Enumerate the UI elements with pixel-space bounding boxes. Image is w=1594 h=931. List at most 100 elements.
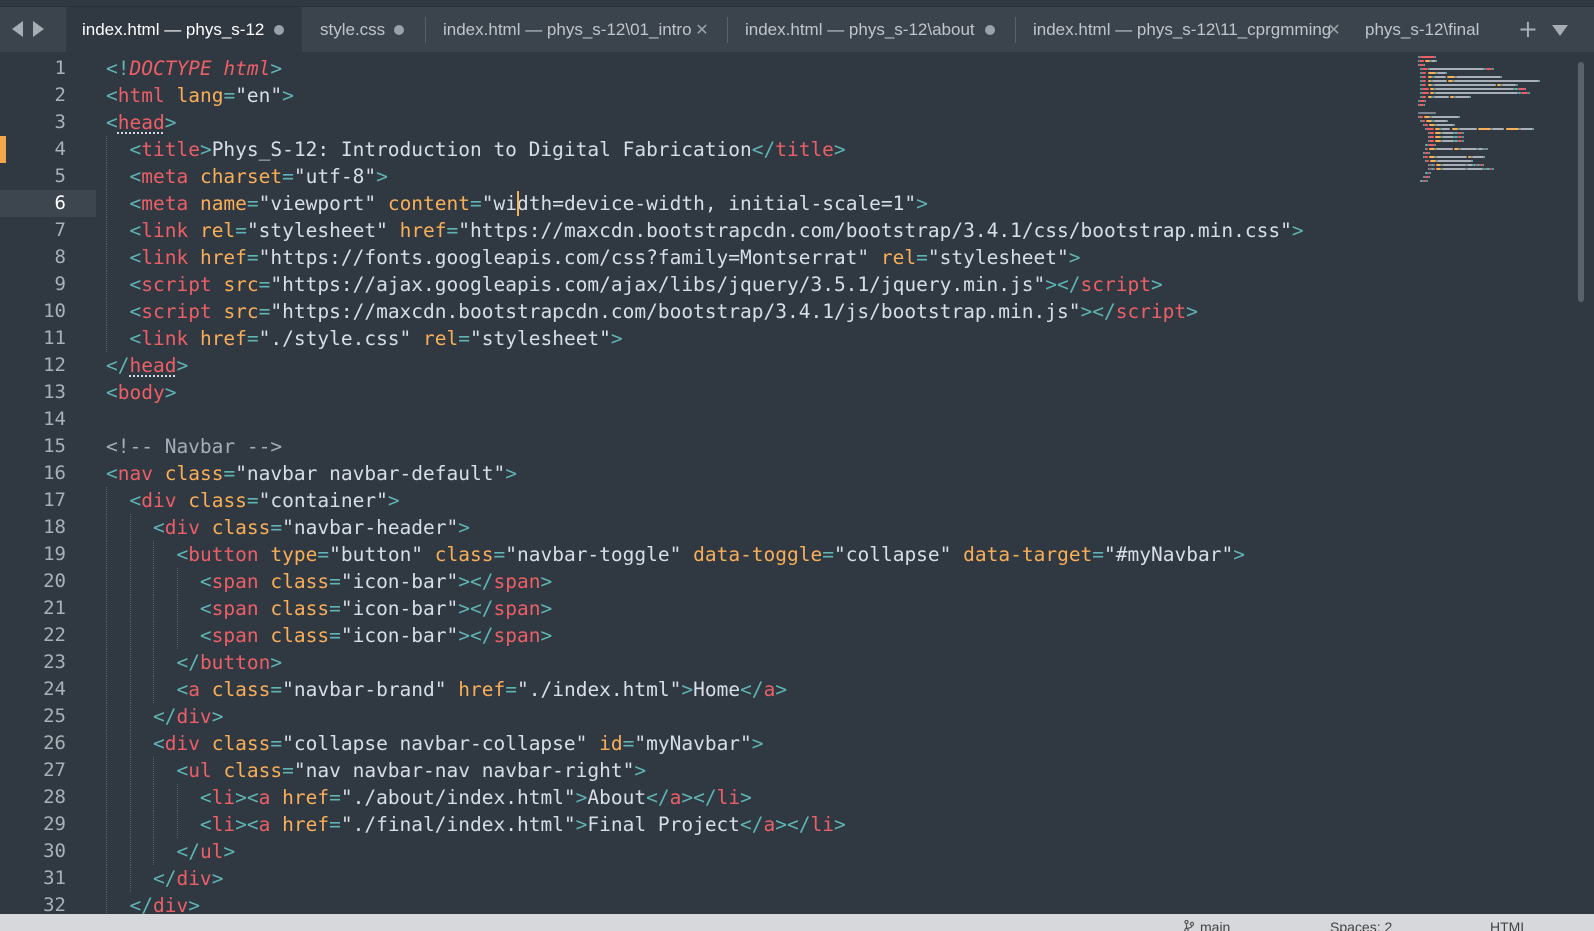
- code-line[interactable]: <li><a href="./final/index.html">Final P…: [106, 811, 846, 838]
- code-line[interactable]: <nav class="navbar navbar-default">: [106, 460, 517, 487]
- indent-guide: [106, 730, 108, 757]
- code-token: "stylesheet": [246, 219, 388, 242]
- code-line[interactable]: <script src="https://maxcdn.bootstrapcdn…: [106, 298, 1197, 325]
- line-number[interactable]: 24: [0, 676, 96, 703]
- code-line[interactable]: <!-- Navbar -->: [106, 433, 282, 460]
- line-number[interactable]: 26: [0, 730, 96, 757]
- line-number[interactable]: 31: [0, 865, 96, 892]
- line-number[interactable]: 2: [0, 82, 96, 109]
- code-token: link: [141, 327, 189, 350]
- code-line[interactable]: <span class="icon-bar"></span>: [106, 568, 552, 595]
- line-number[interactable]: 4: [0, 136, 96, 163]
- code-line[interactable]: <title>Phys_S-12: Introduction to Digita…: [106, 136, 845, 163]
- code-token: div: [141, 489, 177, 512]
- line-number[interactable]: 32: [0, 892, 96, 914]
- vertical-scrollbar[interactable]: [1578, 62, 1584, 302]
- code-line[interactable]: <body>: [106, 379, 176, 406]
- code-line[interactable]: <link href="https://fonts.googleapis.com…: [106, 244, 1080, 271]
- code-line[interactable]: </ul>: [106, 838, 235, 865]
- code-line[interactable]: <div class="container">: [106, 487, 399, 514]
- tab-3[interactable]: index.html — phys_s-12\about: [729, 7, 1013, 53]
- code-line[interactable]: <li><a href="./about/index.html">About</…: [106, 784, 752, 811]
- code-line[interactable]: <link href="./style.css" rel="stylesheet…: [106, 325, 622, 352]
- line-number[interactable]: 17: [0, 487, 96, 514]
- modified-dot-icon[interactable]: [390, 21, 408, 39]
- tab-menu-icon[interactable]: [1552, 25, 1568, 36]
- line-number[interactable]: 1: [0, 55, 96, 82]
- line-number[interactable]: 30: [0, 838, 96, 865]
- line-number[interactable]: 27: [0, 757, 96, 784]
- line-number[interactable]: 7: [0, 217, 96, 244]
- code-line[interactable]: <span class="icon-bar"></span>: [106, 595, 552, 622]
- line-number[interactable]: 29: [0, 811, 96, 838]
- code-line[interactable]: </button>: [106, 649, 282, 676]
- line-number[interactable]: 11: [0, 325, 96, 352]
- indentation-setting[interactable]: Spaces: 2: [1330, 919, 1392, 931]
- code-token: rel: [880, 246, 917, 269]
- line-number[interactable]: 10: [0, 298, 96, 325]
- code-token: DOCTYPE html: [129, 57, 271, 80]
- line-number[interactable]: 21: [0, 595, 96, 622]
- close-icon[interactable]: ✕: [693, 21, 711, 39]
- new-tab-icon[interactable]: +: [1518, 15, 1538, 43]
- line-number[interactable]: 18: [0, 514, 96, 541]
- line-number[interactable]: 9: [0, 271, 96, 298]
- tab-1[interactable]: style.css: [304, 7, 422, 53]
- line-number[interactable]: 19: [0, 541, 96, 568]
- code-line[interactable]: <div class="navbar-header">: [106, 514, 470, 541]
- code-line[interactable]: <script src="https://ajax.googleapis.com…: [106, 271, 1162, 298]
- code-line[interactable]: <html lang="en">: [106, 82, 294, 109]
- code-line[interactable]: <!DOCTYPE html>: [106, 55, 282, 82]
- modified-dot-icon[interactable]: [270, 21, 288, 39]
- tab-next-icon[interactable]: [33, 21, 44, 37]
- line-number[interactable]: 22: [0, 622, 96, 649]
- line-number[interactable]: 20: [0, 568, 96, 595]
- code-line[interactable]: </head>: [106, 352, 188, 379]
- line-number[interactable]: 3: [0, 109, 96, 136]
- git-branch[interactable]: main: [1200, 919, 1230, 931]
- code-line[interactable]: </div>: [106, 892, 199, 914]
- minimap-stripe: [1436, 148, 1453, 150]
- code-line[interactable]: <button type="button" class="navbar-togg…: [106, 541, 1244, 568]
- code-line[interactable]: <a class="navbar-brand" href="./index.ht…: [106, 676, 787, 703]
- code-line[interactable]: <div class="collapse navbar-collapse" id…: [106, 730, 764, 757]
- line-number[interactable]: 12: [0, 352, 96, 379]
- tab-2[interactable]: index.html — phys_s-12\01_intro ✕: [427, 7, 725, 53]
- close-icon[interactable]: ✕: [1325, 21, 1343, 39]
- line-number[interactable]: 8: [0, 244, 96, 271]
- tab-0[interactable]: index.html — phys_s-12: [66, 7, 302, 53]
- tab-prev-icon[interactable]: [12, 21, 23, 37]
- code-editor[interactable]: 1 2 3 4 5 6 7 8 9 10 11 12 13 14 15 16 17 18 19 20 21 22 23 24 2…: [0, 52, 1594, 914]
- line-number[interactable]: 28: [0, 784, 96, 811]
- line-number[interactable]: 13: [0, 379, 96, 406]
- code-line[interactable]: </div>: [106, 865, 223, 892]
- code-area[interactable]: <!DOCTYPE html> <html lang="en"> <head> <t…: [106, 52, 1406, 914]
- line-number[interactable]: 23: [0, 649, 96, 676]
- tab-4[interactable]: index.html — phys_s-12\11_cprgmming ✕: [1017, 7, 1357, 53]
- modified-dot-icon[interactable]: [981, 21, 999, 39]
- code-line[interactable]: <meta charset="utf-8">: [106, 163, 387, 190]
- syntax-mode[interactable]: HTML: [1490, 919, 1528, 931]
- indent-guide: [129, 838, 132, 865]
- code-token: >: [223, 840, 236, 863]
- line-number[interactable]: 14: [0, 406, 96, 433]
- line-number[interactable]: 16: [0, 460, 96, 487]
- tab-5[interactable]: phys_s-12\final: [1357, 7, 1479, 53]
- line-number[interactable]: 15: [0, 433, 96, 460]
- line-number[interactable]: 5: [0, 163, 96, 190]
- minimap[interactable]: [1418, 52, 1578, 914]
- line-number[interactable]: 25: [0, 703, 96, 730]
- code-line[interactable]: <link rel="stylesheet" href="https://max…: [106, 217, 1303, 244]
- code-line[interactable]: <ul class="nav navbar-nav navbar-right">: [106, 757, 646, 784]
- minimap-stripe: [1419, 60, 1424, 62]
- code-line[interactable]: <head>: [106, 109, 176, 136]
- code-line[interactable]: </div>: [106, 703, 223, 730]
- line-number[interactable]: 6: [0, 190, 96, 217]
- code-token: <: [106, 381, 118, 404]
- code-line[interactable]: <span class="icon-bar"></span>: [106, 622, 552, 649]
